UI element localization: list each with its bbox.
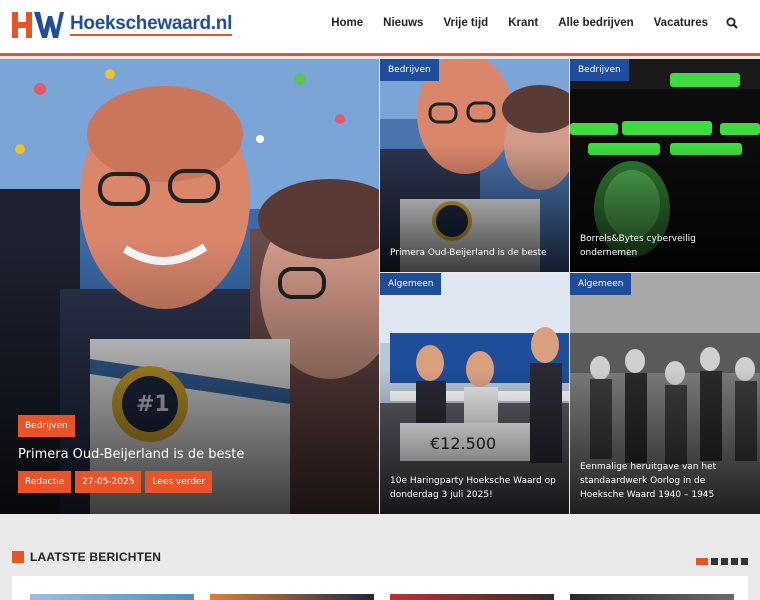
featured-main-date: 27-05-2025 [75, 471, 142, 493]
carousel-dot-4[interactable] [731, 558, 738, 565]
logo-text: Hoekschewaard.nl [70, 13, 233, 36]
nav-item-home[interactable]: Home [331, 17, 363, 29]
featured-tile-4-category[interactable]: Algemeen [570, 273, 632, 295]
section-marker-icon [12, 551, 24, 563]
featured-tile-1-category[interactable]: Bedrijven [380, 59, 439, 81]
carousel-dot-1[interactable] [696, 558, 708, 565]
nav-item-nieuws[interactable]: Nieuws [383, 17, 423, 29]
logo-mark-icon [12, 12, 64, 38]
featured-tile-2-title[interactable]: Borrels&Bytes cyberveilig ondernemen [580, 232, 750, 260]
featured-grid: #1 Bedrijven Primera Oud-Beijerland is d… [0, 59, 760, 514]
featured-tile-3-title[interactable]: 10e Haringparty Hoeksche Waard op donder… [390, 474, 559, 502]
site-logo[interactable]: Hoekschewaard.nl [12, 10, 232, 40]
nav-item-vrije-tijd[interactable]: Vrije tijd [443, 17, 488, 29]
carousel-dot-3[interactable] [721, 558, 728, 565]
featured-main-author[interactable]: Redactie [18, 471, 72, 493]
carousel-pagination [693, 558, 748, 565]
latest-card-thumb-1[interactable] [30, 594, 194, 600]
featured-main-category[interactable]: Bedrijven [18, 415, 75, 437]
featured-tile-3-category[interactable]: Algemeen [380, 273, 442, 295]
latest-card-thumb-2[interactable] [210, 594, 374, 600]
carousel-dot-2[interactable] [711, 558, 718, 565]
nav-item-krant[interactable]: Krant [508, 17, 538, 29]
latest-cards [12, 576, 748, 600]
carousel-dot-5[interactable] [741, 558, 748, 565]
read-more-button[interactable]: Lees verder [145, 471, 213, 493]
search-icon[interactable] [726, 17, 738, 29]
latest-card-thumb-3[interactable] [390, 594, 554, 600]
featured-main-title[interactable]: Primera Oud-Beijerland is de beste [18, 447, 244, 462]
featured-main-article[interactable]: #1 Bedrijven Primera Oud-Beijerland is d… [0, 59, 379, 514]
nav-item-alle-bedrijven[interactable]: Alle bedrijven [558, 17, 633, 29]
latest-section: LAATSTE BERICHTEN [0, 514, 760, 600]
featured-tile-3[interactable]: €12.500 Algemeen 10e Haringparty Hoeksch… [380, 273, 569, 514]
featured-tile-4-title[interactable]: Eenmalige heruitgave van het standaardwe… [580, 460, 750, 502]
featured-tile-1-title[interactable]: Primera Oud-Beijerland is de beste [390, 246, 559, 260]
featured-main-meta: Redactie 27-05-2025 Lees verder [18, 471, 216, 493]
main-nav: Home Nieuws Vrije tijd Krant Alle bedrij… [311, 14, 738, 32]
latest-section-title: LAATSTE BERICHTEN [30, 550, 162, 564]
nav-item-vacatures[interactable]: Vacatures [654, 17, 708, 29]
featured-tile-1[interactable]: Bedrijven Primera Oud-Beijerland is de b… [380, 59, 569, 272]
site-header: Hoekschewaard.nl Home Nieuws Vrije tijd … [0, 0, 760, 56]
featured-tile-4[interactable]: Algemeen Eenmalige heruitgave van het st… [570, 273, 760, 514]
featured-tile-2-category[interactable]: Bedrijven [570, 59, 629, 81]
latest-card-thumb-4[interactable] [570, 594, 734, 600]
featured-tile-2[interactable]: Bedrijven Borrels&Bytes cyberveilig onde… [570, 59, 760, 272]
